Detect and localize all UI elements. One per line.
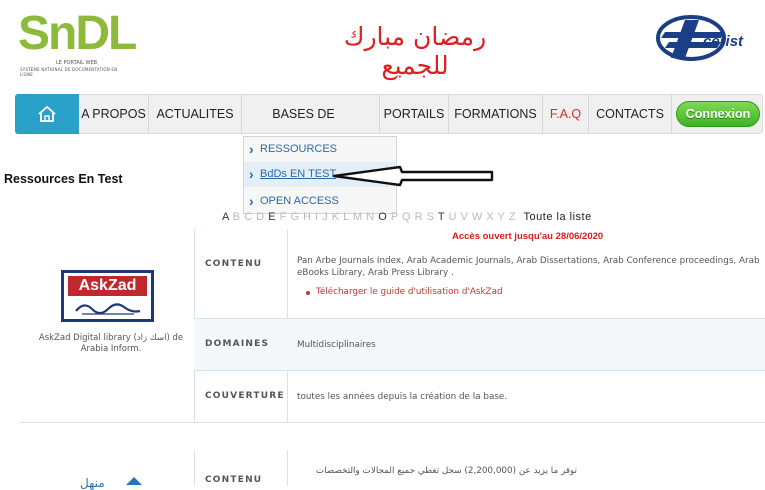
domaines-text: Multidisciplinaires [297,340,376,350]
alphabet-letter-m[interactable]: M [353,211,363,223]
alphabet-letter-r[interactable]: R [415,211,423,223]
alphabet-letter-h[interactable]: H [303,211,311,223]
alphabet-letter-o[interactable]: O [378,211,387,223]
alphabet-letter-a[interactable]: A [222,211,229,223]
alphabet-letter-g[interactable]: G [290,211,299,223]
alphabet-letter-x[interactable]: X [486,211,494,223]
connexion-button[interactable]: Connexion [676,101,760,127]
home-icon [38,105,56,122]
home-button[interactable] [15,94,79,134]
alphabet-letter-e[interactable]: E [268,211,276,223]
alphabet-letter-z[interactable]: Z [509,211,516,223]
cerist-logo-graphic: cerist [656,15,744,61]
nav-formations[interactable]: FORMATIONS [449,94,543,134]
alphabet-letter-y[interactable]: Y [498,211,506,223]
page-title: Ressources En Test [4,172,123,186]
label-contenu: CONTENU [205,259,263,269]
alphabet-letter-w[interactable]: W [472,211,483,223]
couverture-text: toutes les années depuis la création de … [297,392,508,402]
alphabet-letter-d[interactable]: D [256,211,264,223]
askzad-description: AskZad Digital library (اسك زاد) de Arab… [38,333,184,354]
alphabet-letter-u[interactable]: U [448,211,456,223]
nav-bases-de-donnees[interactable]: BASES DE DONNEES ▾ [242,94,380,161]
alphabet-letter-t[interactable]: T [438,211,445,223]
nav-portails[interactable]: PORTAILS [380,94,449,134]
all-list-link[interactable]: Toute la liste [524,211,592,223]
alphabet-letter-k[interactable]: K [332,211,340,223]
alphabet-letter-c[interactable]: C [244,211,252,223]
logo-wordmark: SnDL [18,7,137,60]
access-note: Accès ouvert jusqu'au 28/06/2020 [452,231,604,242]
nav-contacts[interactable]: CONTACTS [589,94,672,134]
contenu-text: Pan Arbe Journals Index, Arab Academic J… [297,256,760,278]
pointer-arrow-icon [332,165,494,187]
alphabet-letter-l[interactable]: L [343,211,349,223]
dropdown-item-ressources[interactable]: RESSOURCES [244,137,396,162]
ramadan-greeting: رمضان مبارك للجميع [343,22,487,80]
alphabet-letter-v[interactable]: V [460,211,468,223]
nav-faq[interactable]: F.A.Q [543,94,589,134]
alphabet-letter-b[interactable]: B [233,211,241,223]
nav-actualites[interactable]: ACTUALITES [149,94,242,134]
arabic-calligraphy-icon [75,303,141,315]
label-contenu: CONTENU [205,475,263,485]
logo-subtitle: SYSTÈME NATIONAL DE DOCUMENTATION EN LIG… [20,67,118,77]
label-domaines: DOMAINES [205,339,270,349]
alphabet-letter-p[interactable]: P [391,211,399,223]
cerist-logo[interactable]: cerist [655,12,760,64]
sndl-logo[interactable]: SnDL LE PORTAIL WEB SYSTÈME NATIONAL DE … [18,8,137,78]
almanhal-mark-icon [126,477,142,485]
row-divider [194,318,765,319]
askzad-logo[interactable]: AskZad [61,270,154,322]
alphabet-letter-i[interactable]: I [315,211,319,223]
table-divider [287,450,288,486]
nav-a-propos[interactable]: A PROPOS [79,94,149,134]
alphabet-letter-q[interactable]: Q [402,211,411,223]
contenu-text-arabic: توفر ما يزيد عن (2,200,000) سجل تغطي جمي… [315,466,577,476]
label-couverture: COUVERTURE [205,391,285,401]
table-divider [20,422,765,423]
alphabet-filter: A B C D E F G H I J K L M N O P Q R S T … [222,211,592,223]
guide-download-link[interactable]: Télécharger le guide d'utilisation d'Ask… [306,287,503,297]
logo-tagline: LE PORTAIL WEB [56,60,98,66]
row-divider [194,370,765,371]
askzad-wordmark: AskZad [68,276,147,296]
almanhal-logo[interactable]: منهل [80,476,105,490]
alphabet-letter-n[interactable]: N [366,211,374,223]
cerist-wordmark: cerist [703,33,744,50]
alphabet-letter-f[interactable]: F [280,211,287,223]
alphabet-letter-s[interactable]: S [427,211,435,223]
alphabet-letter-j[interactable]: J [322,211,328,223]
